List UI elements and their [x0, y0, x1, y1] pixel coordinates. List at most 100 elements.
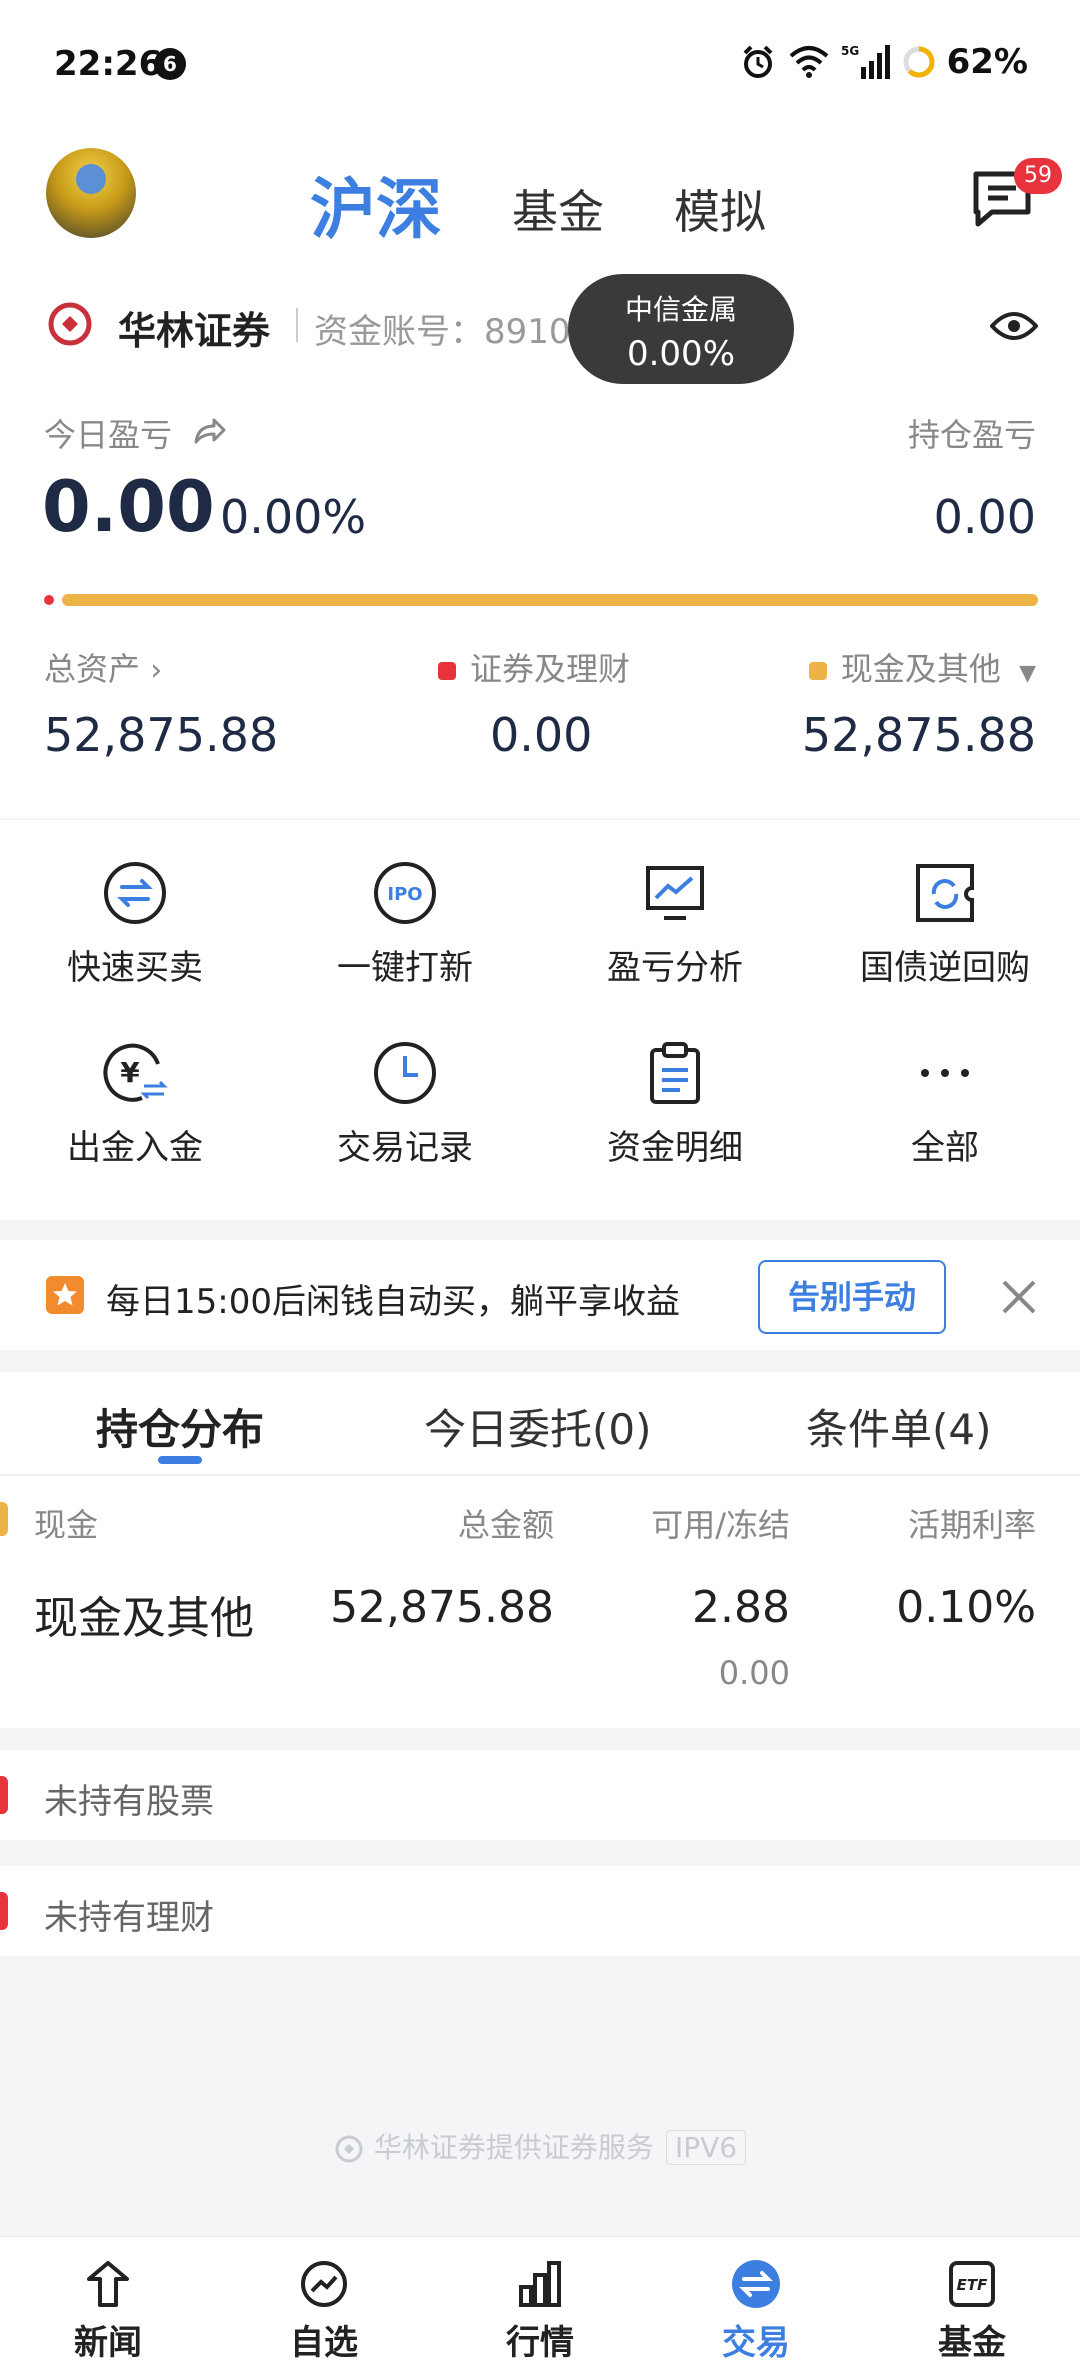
tab-hushen[interactable]: 沪深 — [310, 156, 442, 252]
total-assets-label[interactable]: 总资产 › — [44, 644, 162, 690]
action-all[interactable]: 全部 — [810, 1000, 1080, 1180]
divider — [296, 308, 298, 342]
cash-row-total: 52,875.88 — [330, 1582, 554, 1633]
no-wealth-text: 未持有理财 — [44, 1898, 214, 1938]
tab-market[interactable]: 行情 — [432, 2237, 648, 2376]
notification-badge: 6 — [154, 48, 186, 80]
watchlist-icon — [301, 2261, 347, 2307]
promo-button[interactable]: 告别手动 — [758, 1260, 946, 1334]
action-fund-details[interactable]: 资金明细 — [540, 1000, 810, 1180]
share-icon[interactable] — [192, 416, 226, 446]
caret-down-icon: ▼ — [1019, 661, 1036, 686]
col-header-cash: 现金 — [34, 1506, 99, 1544]
no-stock-text: 未持有股票 — [44, 1782, 214, 1822]
tab-watchlist[interactable]: 自选 — [216, 2237, 432, 2376]
action-ipo[interactable]: IPO 一键打新 — [270, 820, 540, 1000]
action-quick-trade[interactable]: 快速买卖 — [0, 820, 270, 1000]
stock-category-marker — [0, 1776, 8, 1814]
cash-category-marker — [0, 1502, 8, 1536]
clipboard-icon — [650, 1042, 700, 1104]
total-assets-value: 52,875.88 — [44, 708, 279, 762]
tab-trade[interactable]: 交易 — [648, 2237, 864, 2376]
svg-text:IPO: IPO — [387, 884, 422, 905]
cash-row-available: 2.88 — [692, 1582, 790, 1633]
cash-row-rate: 0.10% — [896, 1582, 1036, 1633]
col-header-total: 总金额 — [457, 1506, 554, 1544]
swap-circle-icon — [104, 862, 166, 924]
footer-note-text: 华林证券提供证券服务 — [373, 2131, 654, 2164]
svg-text:5G: 5G — [841, 44, 859, 58]
etf-icon: ETF — [949, 2261, 995, 2307]
holdings-panel: 持仓分布 今日委托(0) 条件单(4) 现金 总金额 可用/冻结 活期利率 现金… — [0, 1372, 1080, 1728]
tab-simulation[interactable]: 模拟 — [674, 176, 766, 242]
reverse-repo-icon — [916, 864, 974, 922]
more-icon — [921, 1069, 969, 1077]
broker-logo-small-icon — [335, 2135, 363, 2163]
bottom-tab-bar: 新闻 自选 行情 交易 ETF 基金 — [0, 2236, 1080, 2376]
tab-conditional-orders[interactable]: 条件单(4) — [806, 1396, 992, 1457]
chart-monitor-icon — [646, 866, 704, 920]
market-icon — [519, 2261, 561, 2307]
tab-news[interactable]: 新闻 — [0, 2237, 216, 2376]
wifi-icon — [789, 46, 828, 78]
col-header-available-frozen: 可用/冻结 — [651, 1506, 790, 1544]
securities-label: 证券及理财 — [470, 650, 631, 688]
wealth-category-marker — [0, 1892, 8, 1930]
no-stock-row[interactable]: 未持有股票 — [0, 1750, 1080, 1840]
action-pnl-analysis[interactable]: 盈亏分析 — [540, 820, 810, 1000]
status-time: 22:26 — [54, 44, 163, 84]
clock-icon — [374, 1042, 436, 1104]
status-icons: 5G 62% — [739, 40, 1028, 84]
cash-share-segment — [62, 594, 1038, 606]
alarm-icon — [743, 45, 773, 78]
tooltip-value: 0.00% — [626, 334, 735, 374]
cash-row-name: 现金及其他 — [34, 1593, 254, 1644]
securities-legend-dot — [438, 662, 456, 680]
top-nav: 沪深 基金 模拟 59 — [0, 128, 1080, 278]
ipv6-tag: IPV6 — [665, 2130, 747, 2165]
svg-text:¥: ¥ — [120, 1056, 140, 1089]
securities-share-segment — [44, 595, 54, 605]
broker-name: 华林证券 — [118, 309, 271, 353]
status-bar: 22:26 6 5G 62% — [0, 0, 1080, 128]
promo-text: 每日15:00后闲钱自动买，躺平享收益 — [106, 1282, 680, 1322]
service-footer: 华林证券提供证券服务 IPV6 — [0, 2126, 1080, 2166]
today-pnl-label: 今日盈亏 — [44, 416, 173, 454]
eye-icon[interactable] — [990, 308, 1038, 344]
cash-label: 现金及其他 — [840, 650, 1001, 688]
quick-actions: 快速买卖 IPO 一键打新 盈亏分析 国债逆回购 ¥ 出金入金 交易记录 资金明… — [0, 820, 1080, 1220]
battery-percent: 62% — [946, 42, 1028, 82]
svg-text:ETF: ETF — [957, 2276, 988, 2294]
tab-today-orders[interactable]: 今日委托(0) — [424, 1396, 652, 1457]
position-pnl-label: 持仓盈亏 — [907, 416, 1036, 454]
cash-row-frozen: 0.00 — [718, 1654, 790, 1692]
cash-value: 52,875.88 — [801, 708, 1036, 762]
action-reverse-repo[interactable]: 国债逆回购 — [810, 820, 1080, 1000]
star-icon — [46, 1276, 84, 1314]
trade-icon — [732, 2260, 780, 2308]
action-trade-records[interactable]: 交易记录 — [270, 1000, 540, 1180]
battery-ring-icon — [903, 46, 935, 78]
today-pnl-percent: 0.00% — [220, 490, 367, 544]
yuan-transfer-icon: ¥ — [103, 1043, 168, 1102]
asset-allocation-bar — [44, 594, 1038, 606]
active-tab-indicator — [158, 1456, 202, 1464]
securities-value: 0.00 — [490, 708, 593, 762]
action-deposit-withdraw[interactable]: ¥ 出金入金 — [0, 1000, 270, 1180]
news-icon — [87, 2261, 129, 2307]
securities-label-wrap: 证券及理财 — [438, 644, 630, 690]
no-wealth-row[interactable]: 未持有理财 — [0, 1866, 1080, 1956]
broker-logo-icon — [48, 302, 92, 346]
tab-position-distribution[interactable]: 持仓分布 — [96, 1396, 264, 1457]
promo-banner: 每日15:00后闲钱自动买，躺平享收益 告别手动 — [0, 1240, 1080, 1350]
close-icon[interactable] — [998, 1276, 1040, 1318]
ipo-icon: IPO — [374, 862, 436, 924]
tab-fund[interactable]: 基金 — [512, 176, 604, 242]
cash-label-wrap[interactable]: 现金及其他 ▼ — [808, 644, 1036, 690]
signal-5g-icon: 5G — [841, 44, 890, 79]
col-header-rate: 活期利率 — [907, 1506, 1036, 1544]
cash-legend-dot — [808, 662, 827, 680]
avatar[interactable] — [46, 148, 136, 238]
tab-fund[interactable]: ETF 基金 — [864, 2237, 1080, 2376]
message-badge: 59 — [1014, 158, 1062, 194]
